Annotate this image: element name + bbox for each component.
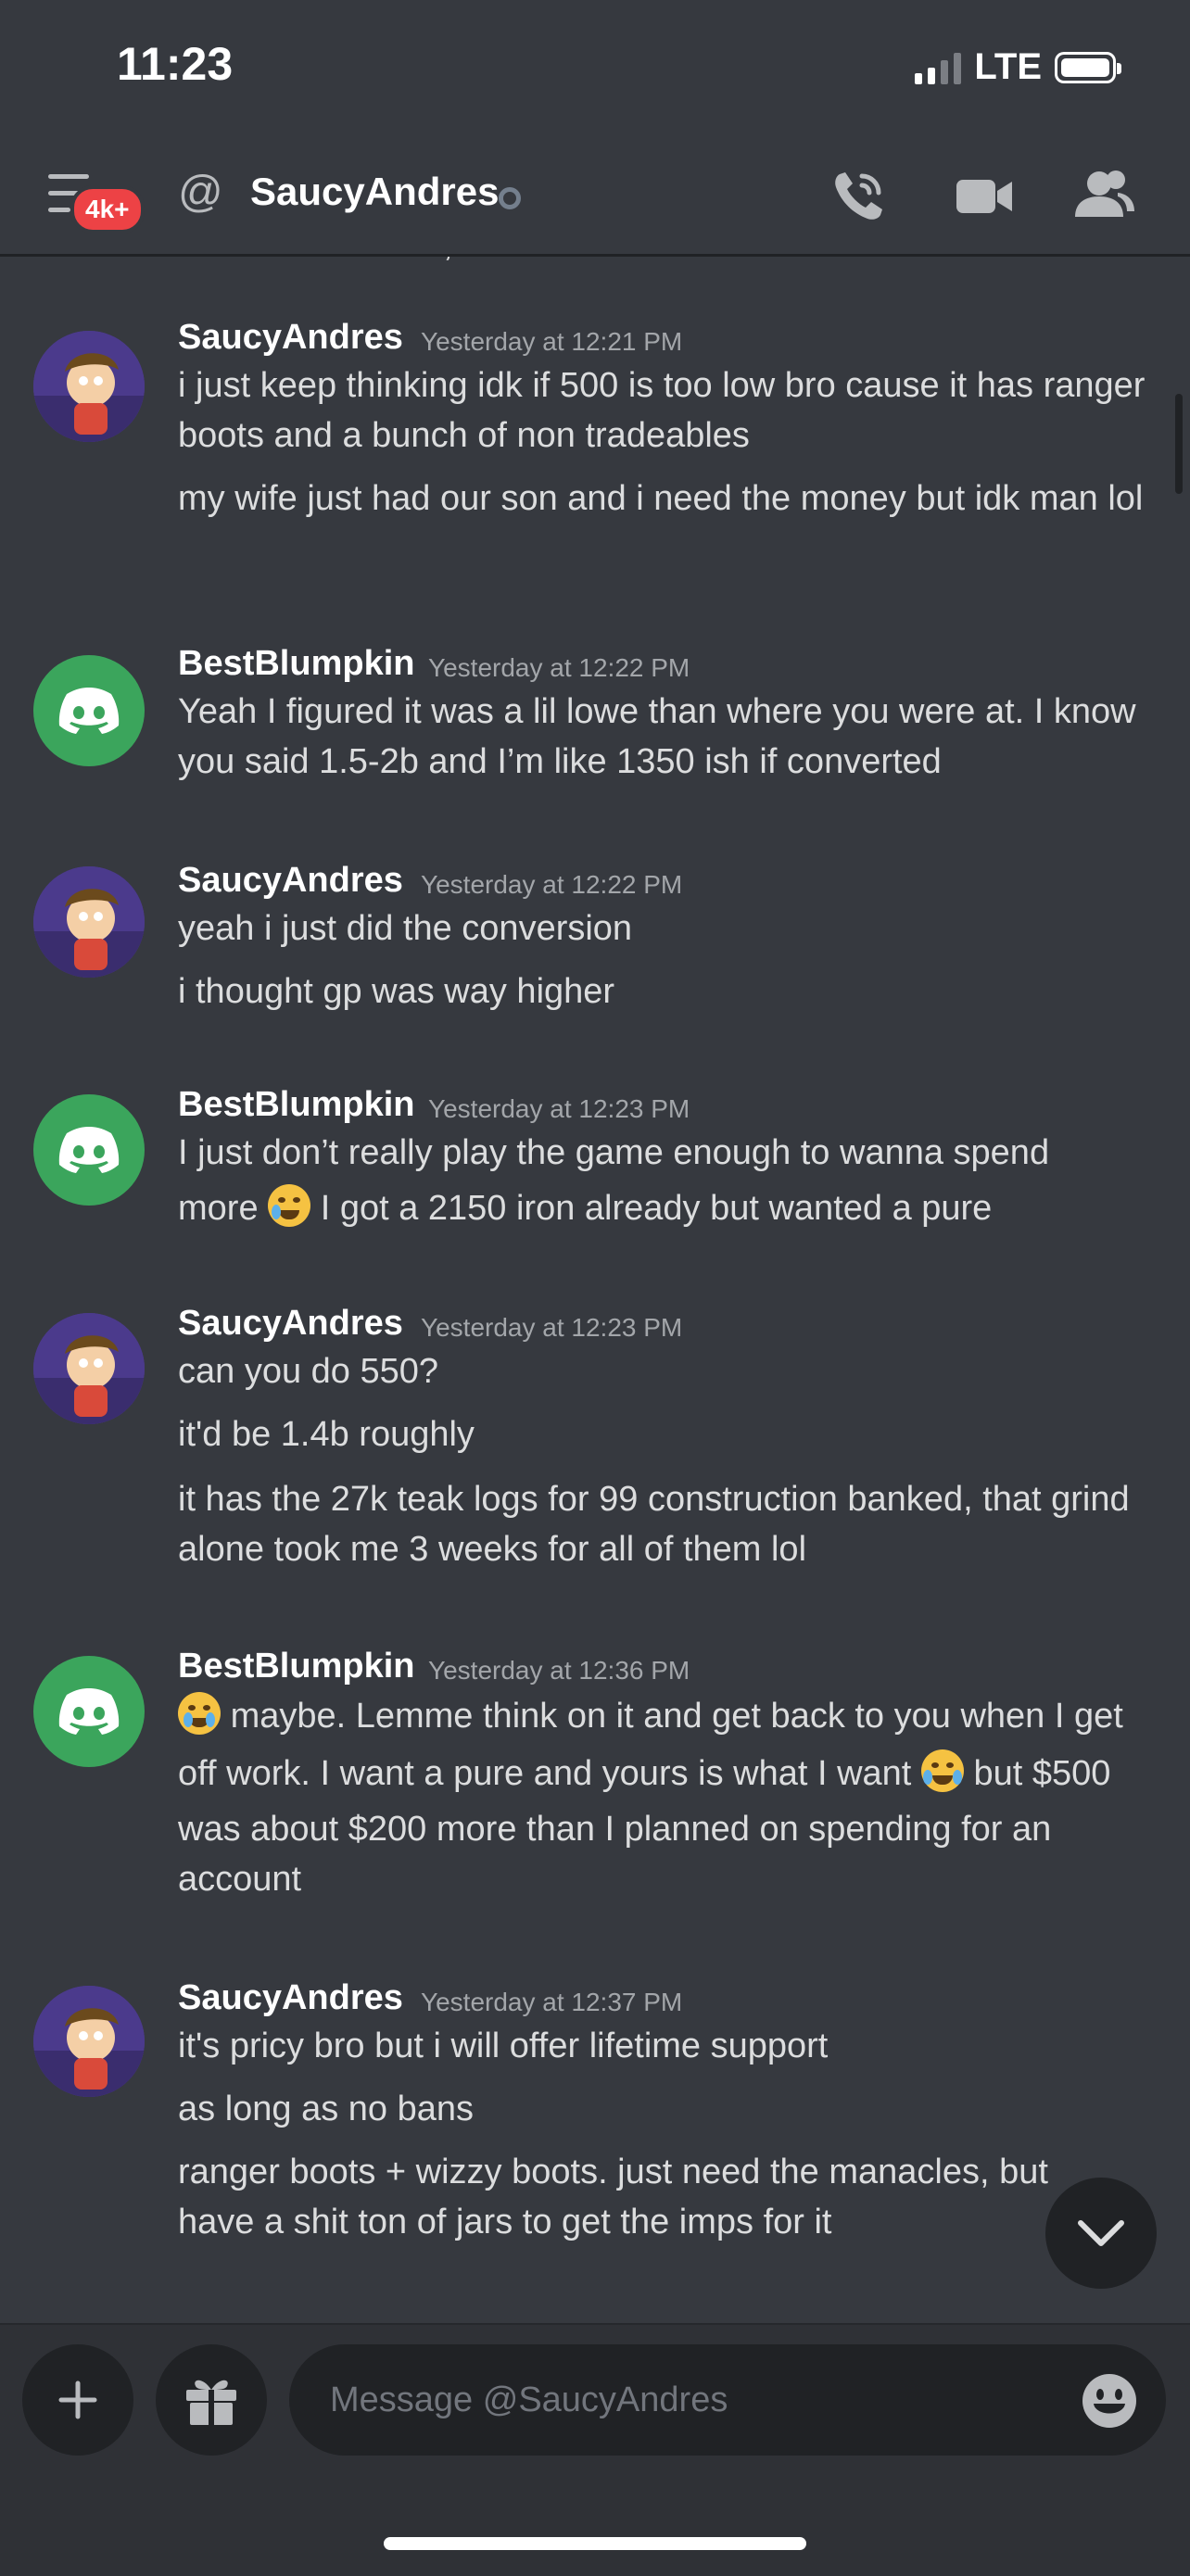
message-timestamp: Yesterday at 12:22 PM: [421, 870, 683, 899]
home-indicator[interactable]: [384, 2537, 806, 2550]
user-avatar[interactable]: [33, 1986, 145, 2097]
notification-badge: 4k+: [70, 185, 145, 234]
user-avatar[interactable]: [33, 1094, 145, 1206]
add-attachment-button[interactable]: [22, 2344, 133, 2456]
message-text-fragment: off work. I want a pure and yours is wha…: [178, 1754, 912, 1793]
message-input[interactable]: [289, 2344, 1166, 2456]
user-avatar[interactable]: [33, 866, 145, 978]
cut-off-message: I'm on break now, for 24 more minutes: [178, 257, 776, 265]
user-avatar[interactable]: [33, 1656, 145, 1767]
message-text: can you do 550?: [178, 1352, 439, 1391]
message-text-fragment: more: [178, 1189, 259, 1228]
discord-logo-icon: [58, 1688, 120, 1735]
video-call-icon[interactable]: [953, 163, 1018, 228]
joy-emoji-icon: [920, 1749, 964, 1792]
cartoon-avatar-icon: [33, 866, 145, 978]
message-text: yeah i just did the conversion: [178, 909, 633, 948]
chevron-down-icon: [1078, 2220, 1124, 2246]
discord-logo-icon: [58, 1127, 120, 1173]
user-avatar[interactable]: [33, 331, 145, 442]
message-text: my wife just had our son and i need the …: [178, 479, 1144, 518]
sweat-smile-emoji-icon: [268, 1184, 311, 1227]
message-text: i thought gp was way higher: [178, 972, 615, 1011]
message-text: Yeah I figured it was a lil lowe than wh…: [178, 692, 1136, 781]
network-label: LTE: [974, 46, 1042, 87]
user-avatar[interactable]: [33, 655, 145, 766]
message-list[interactable]: I'm on break now, for 24 more minutes Sa…: [0, 257, 1190, 2323]
emoji-picker-icon[interactable]: [1081, 2372, 1138, 2430]
message-text: it's pricy bro but i will offer lifetime…: [178, 2027, 829, 2065]
plus-icon: [58, 2380, 97, 2419]
message-author[interactable]: SaucyAndres: [178, 1978, 403, 2018]
message-text: i just keep thinking idk if 500 is too l…: [178, 366, 1146, 455]
message-text: have a shit ton of jars to get the imps …: [178, 2203, 832, 2241]
message-timestamp: Yesterday at 12:36 PM: [428, 1656, 690, 1685]
status-time: 11:23: [117, 38, 234, 90]
message-timestamp: Yesterday at 12:23 PM: [428, 1094, 690, 1123]
message-author[interactable]: BestBlumpkin: [178, 1647, 414, 1686]
status-bar: 11:23 LTE: [0, 0, 1190, 139]
message-text: maybe. Lemme think on it and get back to…: [178, 1691, 1160, 1741]
message-author[interactable]: SaucyAndres: [178, 318, 403, 358]
discord-logo-icon: [58, 688, 120, 734]
message-text: it has the 27k teak logs for 99 construc…: [178, 1480, 1130, 1569]
battery-icon: [1055, 51, 1121, 83]
jump-to-present-button[interactable]: [1045, 2178, 1157, 2289]
scrollbar-thumb[interactable]: [1175, 394, 1183, 494]
message-author[interactable]: BestBlumpkin: [178, 644, 414, 684]
status-indicators: LTE: [915, 46, 1121, 88]
gift-icon: [186, 2380, 236, 2425]
message-text: more I got a 2150 iron already but wante…: [178, 1183, 1160, 1233]
presence-status-icon: [499, 187, 521, 209]
cartoon-avatar-icon: [33, 331, 145, 442]
gift-button[interactable]: [156, 2344, 267, 2456]
message-timestamp: Yesterday at 12:22 PM: [428, 653, 690, 682]
voice-call-icon[interactable]: [827, 163, 892, 228]
message-text: was about $200 more than I planned on sp…: [178, 1810, 1052, 1899]
user-avatar[interactable]: [33, 1313, 145, 1424]
message-timestamp: Yesterday at 12:37 PM: [421, 1988, 683, 2016]
cartoon-avatar-icon: [33, 1986, 145, 2097]
message-timestamp: Yesterday at 12:21 PM: [421, 327, 683, 356]
at-icon: @: [178, 168, 223, 217]
members-icon[interactable]: [1071, 163, 1136, 228]
channel-title[interactable]: SaucyAndres: [250, 170, 499, 214]
message-text-fragment: but $500: [973, 1754, 1111, 1793]
cartoon-avatar-icon: [33, 1313, 145, 1424]
message-text: as long as no bans: [178, 2090, 475, 2128]
message-author[interactable]: BestBlumpkin: [178, 1085, 414, 1125]
message-text: ranger boots + wizzy boots. just need th…: [178, 2153, 1048, 2191]
message-text: I just don’t really play the game enough…: [178, 1133, 1050, 1172]
message-text: off work. I want a pure and yours is wha…: [178, 1749, 1160, 1799]
loudly-crying-emoji-icon: [178, 1692, 221, 1735]
message-author[interactable]: SaucyAndres: [178, 861, 403, 901]
message-text: it'd be 1.4b roughly: [178, 1415, 475, 1454]
signal-icon: [915, 51, 962, 84]
message-text-fragment: I got a 2150 iron already but wanted a p…: [320, 1189, 993, 1228]
message-text-fragment: maybe. Lemme think on it and get back to…: [230, 1697, 1123, 1736]
message-timestamp: Yesterday at 12:23 PM: [421, 1313, 683, 1342]
message-author[interactable]: SaucyAndres: [178, 1304, 403, 1344]
